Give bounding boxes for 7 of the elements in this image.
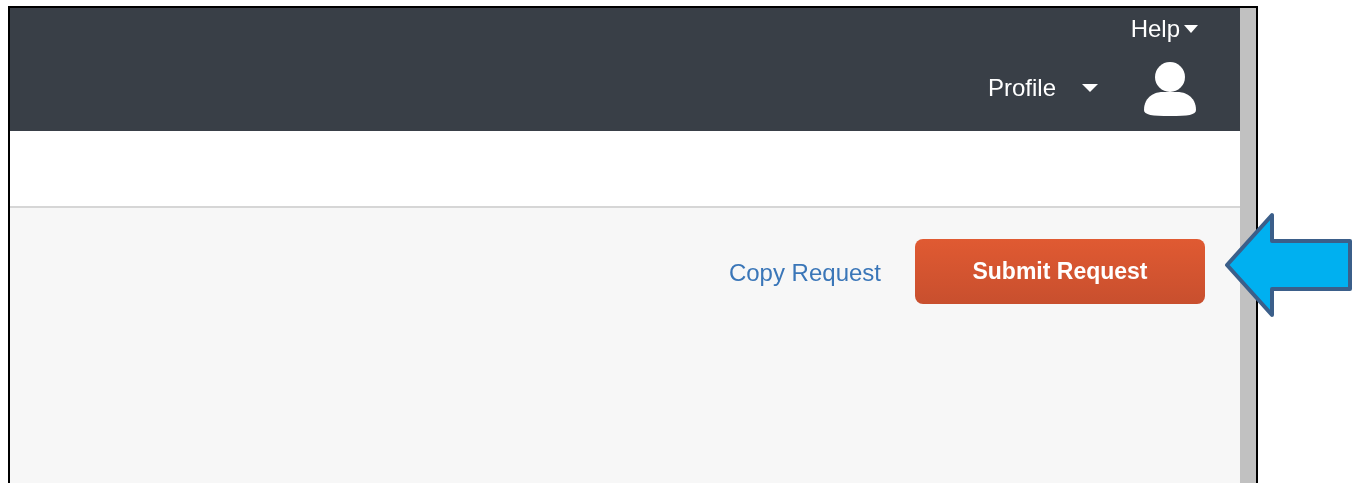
avatar-icon[interactable] <box>1142 60 1198 117</box>
caret-icon <box>1184 25 1198 34</box>
profile-menu[interactable]: Profile <box>987 70 1098 107</box>
caret-icon <box>1082 84 1098 93</box>
copy-request-link[interactable]: Copy Request <box>728 255 881 291</box>
help-menu[interactable]: Help <box>1130 16 1198 43</box>
submit-request-button[interactable]: Submit Request <box>915 239 1205 304</box>
